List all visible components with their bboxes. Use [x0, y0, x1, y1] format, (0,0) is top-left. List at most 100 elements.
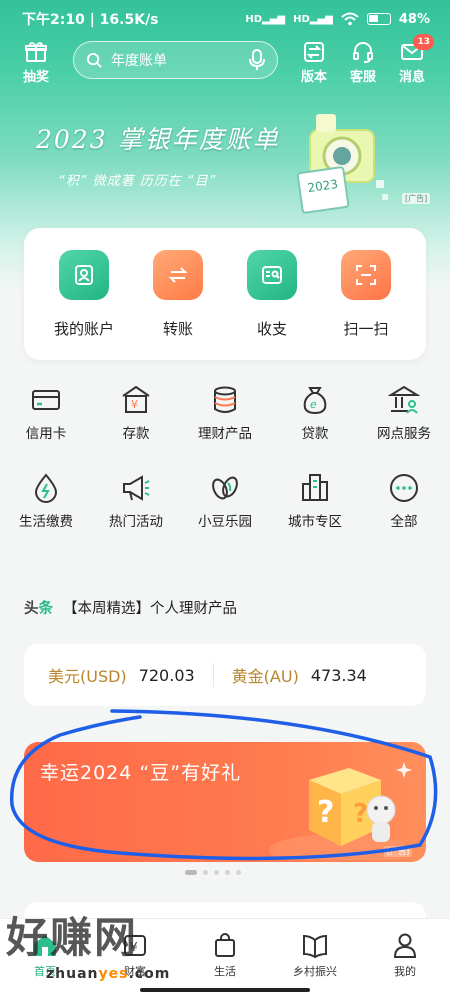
service-label-city-zone: 城市专区 — [288, 514, 342, 530]
user-icon — [75, 265, 93, 285]
service-city-zone[interactable]: 城市专区 — [275, 472, 355, 530]
microphone-icon[interactable] — [249, 49, 265, 71]
svg-text:¥: ¥ — [131, 398, 138, 411]
service-label-deposit: 存款 — [122, 426, 150, 442]
service-button[interactable]: 客服 — [341, 40, 385, 85]
home-indicator — [140, 988, 310, 992]
service-label-all: 全部 — [390, 514, 418, 530]
tab-label-wealth: 财富 — [124, 965, 146, 978]
service-hot-events[interactable]: 热门活动 — [96, 472, 176, 530]
version-button[interactable]: 版本 — [292, 40, 336, 85]
loan-bag-icon: e — [303, 387, 327, 415]
service-deposit[interactable]: ¥ 存款 — [96, 384, 176, 442]
status-time-speed: 下午2:10 | 16.5K/s — [22, 12, 159, 28]
gold-label: 黄金(AU) — [231, 667, 299, 686]
transfer-icon — [168, 267, 188, 283]
search-placeholder: 年度账单 — [111, 53, 167, 69]
credit-card-icon — [32, 390, 60, 410]
usd-value: 720.03 — [138, 665, 195, 685]
service-label-wealth-products: 理财产品 — [198, 426, 252, 442]
headline-news[interactable]: 头条 【本周精选】个人理财产品 — [24, 594, 426, 620]
top-bar: 抽奖 年度账单 版本 客服 消息 13 — [0, 34, 450, 90]
more-dots-icon — [390, 474, 418, 502]
headline-text: 【本周精选】个人理财产品 — [63, 600, 237, 617]
service-utility-payment[interactable]: 生活缴费 — [6, 472, 86, 530]
quick-item-transfer[interactable]: 转账 — [138, 250, 218, 339]
status-bar: 下午2:10 | 16.5K/s HD▂▄▆ HD▂▄▆ 48% — [0, 0, 450, 38]
service-label-loan: 贷款 — [301, 426, 329, 442]
carousel-dot — [214, 870, 219, 875]
service-branch[interactable]: 网点服务 — [364, 384, 444, 442]
usd-rate: 美元(USD) 720.03 — [48, 663, 195, 687]
svg-text:e: e — [310, 398, 317, 411]
gift-icon — [25, 42, 47, 62]
service-all[interactable]: 全部 — [364, 472, 444, 530]
mystery-box-illustration: ? ? — [269, 762, 412, 860]
lottery-button[interactable]: 抽奖 — [14, 40, 58, 85]
version-label: 版本 — [300, 70, 327, 85]
quick-actions-card: 我的账户 转账 收支 扫一扫 — [24, 228, 426, 360]
quick-label-scan: 扫一扫 — [343, 320, 389, 338]
city-buildings-icon — [302, 474, 328, 501]
gold-rate: 黄金(AU) 473.34 — [232, 663, 367, 687]
carousel-dot — [236, 870, 241, 875]
home-icon — [34, 935, 56, 956]
service-wealth-products[interactable]: 理财产品 — [185, 384, 265, 442]
svg-text:¥: ¥ — [130, 940, 138, 954]
gold-value: 473.34 — [310, 665, 367, 685]
service-label-hot-events: 热门活动 — [109, 514, 163, 530]
promo-banner[interactable]: 幸运2024 “豆”有好礼 ? ? [广告] — [24, 742, 426, 862]
deposit-icon: ¥ — [122, 385, 150, 413]
profile-icon — [393, 933, 417, 958]
messages-button[interactable]: 消息 13 — [390, 34, 434, 85]
quick-label-my-account: 我的账户 — [53, 320, 114, 338]
scan-icon — [356, 265, 376, 285]
quick-item-scan[interactable]: 扫一扫 — [326, 250, 406, 339]
camera-calendar-illustration: 2023 — [296, 114, 388, 214]
battery-percent: 48% — [398, 11, 430, 27]
svg-text:?: ? — [317, 795, 334, 830]
service-label-credit-card: 信用卡 — [25, 426, 67, 442]
tab-label-rural: 乡村振兴 — [293, 965, 337, 978]
quick-item-income-expense[interactable]: 收支 — [232, 250, 312, 339]
shopping-bag-icon — [215, 933, 235, 957]
version-switch-icon — [304, 42, 324, 62]
tab-label-home: 首页 — [34, 965, 56, 978]
service-credit-card[interactable]: 信用卡 — [6, 384, 86, 442]
service-bean-park[interactable]: 小豆乐园 — [185, 472, 265, 530]
tab-mine[interactable]: 我的 — [360, 931, 450, 979]
tab-label-mine: 我的 — [394, 965, 416, 978]
banner-subtitle: “积” 微成著 历历在 “目” — [58, 174, 217, 189]
promo-text: 幸运2024 “豆”有好礼 — [40, 762, 242, 784]
messages-badge: 13 — [413, 34, 434, 50]
utility-drop-icon — [34, 473, 58, 503]
promo-ad-tag: [广告] — [384, 846, 413, 857]
branch-bank-icon — [388, 385, 420, 414]
tab-rural[interactable]: 乡村振兴 — [270, 931, 360, 979]
service-label: 客服 — [349, 70, 376, 85]
carousel-dot — [203, 870, 208, 875]
service-label-utility-payment: 生活缴费 — [19, 514, 73, 530]
rates-card[interactable]: 美元(USD) 720.03 黄金(AU) 473.34 — [24, 644, 426, 706]
messages-label: 消息 — [398, 70, 425, 85]
headline-tag: 头条 — [24, 600, 53, 617]
usd-label: 美元(USD) — [48, 667, 127, 686]
tab-wealth[interactable]: ¥ 财富 — [90, 931, 180, 979]
book-leaf-icon — [303, 934, 327, 959]
battery-icon — [366, 13, 391, 25]
tab-label-life: 生活 — [214, 965, 236, 978]
banner-title: 2023 掌银年度账单 — [36, 125, 280, 154]
wealth-icon: ¥ — [124, 935, 146, 956]
tab-home[interactable]: 首页 — [0, 931, 90, 979]
quick-item-my-account[interactable]: 我的账户 — [44, 250, 124, 339]
wifi-icon — [341, 12, 359, 26]
search-bar[interactable]: 年度账单 — [73, 41, 278, 79]
tab-life[interactable]: 生活 — [180, 931, 270, 979]
service-loan[interactable]: e 贷款 — [275, 384, 355, 442]
headset-icon — [353, 42, 373, 63]
signal-icon-2: HD▂▄▆ — [293, 13, 333, 25]
annual-bill-banner[interactable]: 2023 掌银年度账单 “积” 微成著 历历在 “目” 2023 [广告] — [0, 100, 450, 220]
signal-icon: HD▂▄▆ — [245, 13, 286, 25]
quick-label-income-expense: 收支 — [256, 320, 287, 338]
ledger-search-icon — [262, 266, 282, 284]
